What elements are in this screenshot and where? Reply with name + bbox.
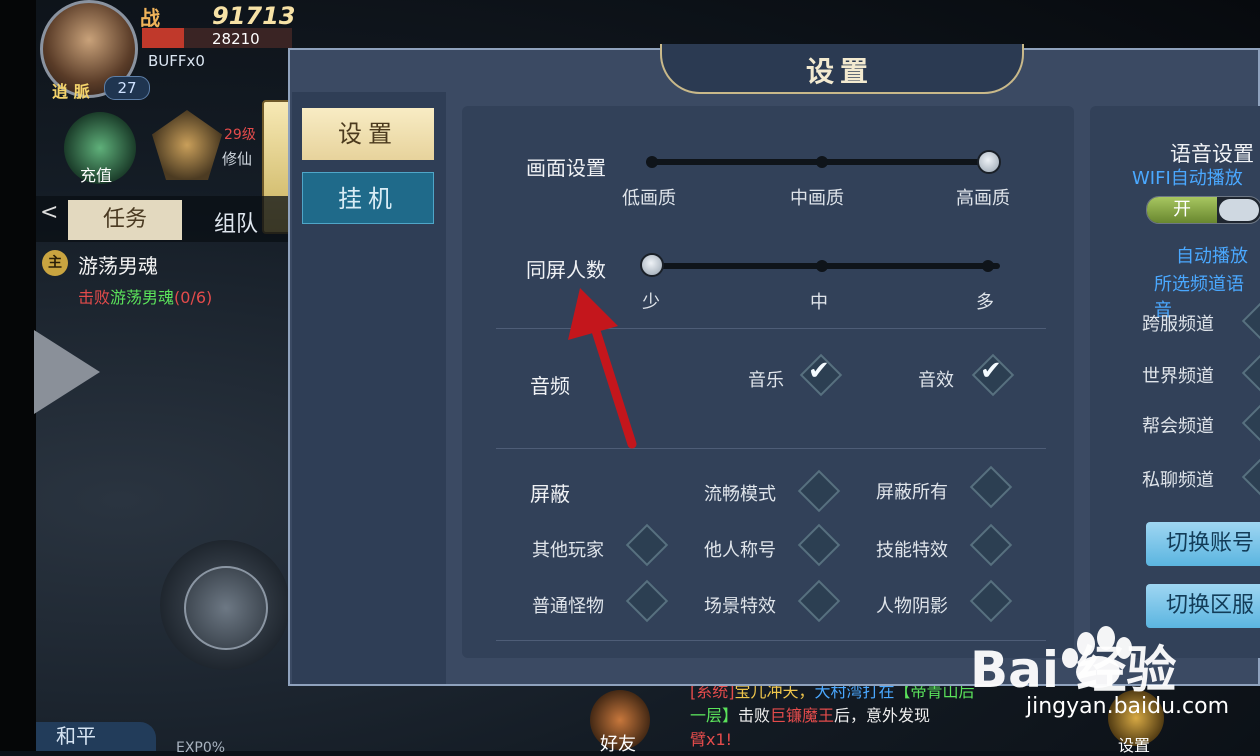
quest-desc-target: 游荡男魂 bbox=[110, 288, 175, 307]
friend-label: 好友 bbox=[600, 734, 636, 755]
player-level-badge: 27 bbox=[104, 76, 150, 100]
players-stop-high[interactable] bbox=[982, 260, 994, 272]
music-label: 音乐 bbox=[748, 370, 784, 391]
screen-edge bbox=[0, 0, 36, 751]
graphics-stop-mid[interactable] bbox=[816, 156, 828, 168]
quest-desc-progress: (0/6) bbox=[174, 288, 213, 307]
peace-mode-button[interactable]: 和平 bbox=[36, 722, 156, 751]
quest-desc-prefix: 击败 bbox=[78, 288, 111, 307]
block-item-label: 他人称号 bbox=[704, 540, 776, 561]
wifi-autoplay-toggle[interactable]: 开 bbox=[1146, 196, 1260, 224]
annotation-arrow-icon bbox=[568, 288, 637, 449]
collapse-arrow-icon[interactable]: < bbox=[40, 200, 58, 225]
toggle-knob[interactable] bbox=[1219, 199, 1259, 221]
block-item-label: 屏蔽所有 bbox=[876, 482, 948, 503]
recharge-label: 充值 bbox=[80, 166, 113, 185]
chat-location-end: 一层】 bbox=[690, 706, 739, 725]
block-item-label: 人物阴影 bbox=[876, 596, 948, 617]
players-option-many: 多 bbox=[976, 292, 994, 313]
hp-value: 28210 bbox=[212, 30, 260, 48]
tab-team[interactable]: 组队 bbox=[214, 206, 258, 238]
chat-text: 击败 bbox=[738, 706, 771, 725]
watermark-brand: Bai 经验 bbox=[970, 641, 1177, 699]
block-item-label: 技能特效 bbox=[876, 540, 948, 561]
player-name-tag: 逍 脈 bbox=[52, 82, 90, 101]
chat-text: 后，意外发现 bbox=[834, 706, 931, 725]
rank-sub: 修仙 bbox=[222, 150, 253, 168]
block-label: 屏蔽 bbox=[530, 482, 570, 506]
graphics-option-high: 高画质 bbox=[956, 188, 1010, 209]
switch-account-button[interactable]: 切换账号 bbox=[1146, 522, 1260, 566]
watermark-url: jingyan.baidu.com bbox=[1026, 694, 1230, 719]
rank-level: 29级 bbox=[224, 127, 256, 143]
power-label: 战 bbox=[140, 6, 160, 30]
check-icon: ✔ bbox=[980, 356, 1002, 386]
graphics-stop-low[interactable] bbox=[646, 156, 658, 168]
channel-label: 私聊频道 bbox=[1142, 470, 1214, 491]
wifi-autoplay-label: WIFI自动播放 bbox=[1132, 168, 1243, 189]
combat-power: 91713 bbox=[212, 2, 296, 30]
quest-title[interactable]: 游荡男魂 bbox=[78, 250, 158, 279]
auto-play-label: 自动播放 bbox=[1176, 246, 1248, 267]
channel-label: 跨服频道 bbox=[1142, 314, 1214, 335]
exp-label: EXP0% bbox=[176, 740, 226, 756]
buff-count[interactable]: BUFFx0 bbox=[148, 52, 205, 70]
tab-settings[interactable]: 设置 bbox=[302, 108, 434, 160]
tab-task[interactable]: 任务 bbox=[68, 200, 182, 240]
players-slider-knob[interactable] bbox=[640, 253, 664, 277]
players-option-mid: 中 bbox=[810, 292, 828, 313]
block-item-label: 场景特效 bbox=[704, 596, 776, 617]
main-quest-badge: 主 bbox=[42, 250, 68, 276]
tab-auto-battle[interactable]: 挂机 bbox=[302, 172, 434, 224]
graphics-slider-knob[interactable] bbox=[977, 150, 1001, 174]
panel-title: 设置 bbox=[806, 55, 875, 88]
quest-description[interactable]: 击败游荡男魂(0/6) bbox=[78, 284, 212, 308]
toggle-on-label: 开 bbox=[1147, 197, 1217, 223]
chat-boss: 巨镰魔王 bbox=[770, 706, 835, 725]
graphics-label: 画面设置 bbox=[526, 156, 606, 180]
block-item-label: 普通怪物 bbox=[532, 596, 604, 617]
section-divider bbox=[496, 640, 1046, 641]
check-icon: ✔ bbox=[808, 356, 830, 386]
graphics-option-low: 低画质 bbox=[622, 188, 676, 209]
joystick-knob[interactable] bbox=[184, 566, 268, 650]
players-stop-mid[interactable] bbox=[816, 260, 828, 272]
chat-item: 臂x1! bbox=[690, 730, 733, 749]
block-item-label: 流畅模式 bbox=[704, 484, 776, 505]
channel-label: 帮会频道 bbox=[1142, 416, 1214, 437]
channel-label: 世界频道 bbox=[1142, 366, 1214, 387]
block-item-label: 其他玩家 bbox=[532, 540, 604, 561]
players-on-screen-label: 同屏人数 bbox=[526, 258, 606, 282]
audio-label: 音频 bbox=[530, 374, 570, 398]
graphics-option-mid: 中画质 bbox=[790, 188, 844, 209]
sfx-label: 音效 bbox=[918, 370, 954, 391]
